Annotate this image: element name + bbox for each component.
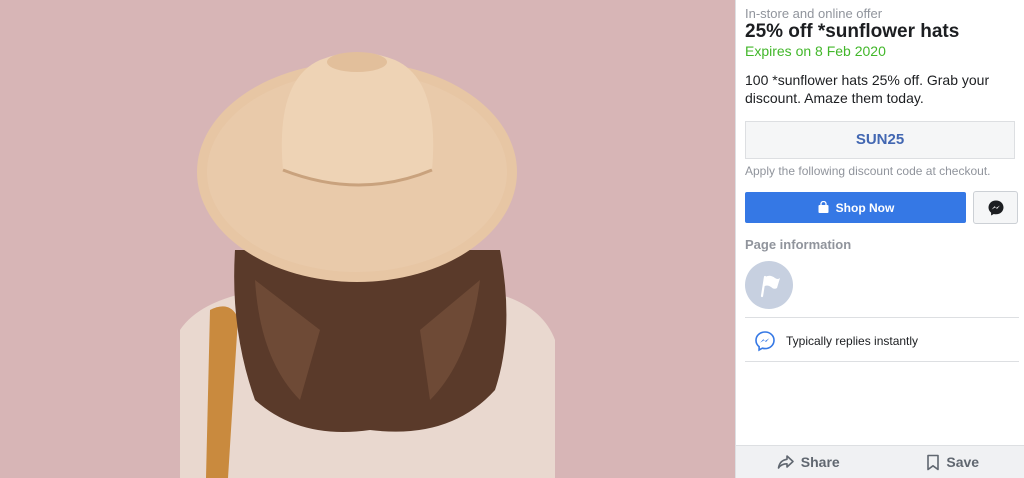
share-button[interactable]: Share: [736, 446, 881, 478]
offer-details-panel: In-store and online offer 25% off *sunfl…: [735, 0, 1024, 478]
divider: [745, 361, 1019, 362]
response-time-row: Typically replies instantly: [754, 330, 918, 352]
discount-code: SUN25: [855, 131, 905, 148]
shop-now-button[interactable]: Shop Now: [745, 192, 966, 223]
save-button[interactable]: Save: [881, 446, 1024, 478]
messenger-button[interactable]: [973, 191, 1018, 224]
offer-description: 100 *sunflower hats 25% off. Grab your d…: [745, 72, 990, 106]
divider: [745, 317, 1019, 318]
woman-in-hat-illustration: [0, 0, 735, 478]
save-label: Save: [946, 454, 980, 470]
page-information-heading: Page information: [745, 237, 852, 252]
discount-code-hint: Apply the following discount code at che…: [745, 164, 991, 178]
shopping-bag-icon: [818, 201, 829, 213]
offer-title: 25% off *sunflower hats: [745, 21, 960, 42]
shop-now-label: Shop Now: [835, 200, 895, 215]
offer-expiry: Expires on 8 Feb 2020: [745, 43, 886, 59]
share-icon: [777, 455, 794, 469]
discount-code-box[interactable]: SUN25: [745, 121, 1015, 159]
offer-type-label: In-store and online offer: [745, 6, 883, 21]
bookmark-icon: [927, 454, 940, 470]
share-label: Share: [800, 454, 840, 470]
page-avatar[interactable]: [745, 261, 793, 309]
offer-photo: [0, 0, 735, 478]
messenger-icon: [988, 200, 1003, 215]
response-time-text: Typically replies instantly: [786, 334, 919, 348]
footer-actions: Share Save: [736, 445, 1024, 478]
flag-icon: [760, 275, 780, 298]
messenger-outline-icon: [755, 331, 775, 352]
